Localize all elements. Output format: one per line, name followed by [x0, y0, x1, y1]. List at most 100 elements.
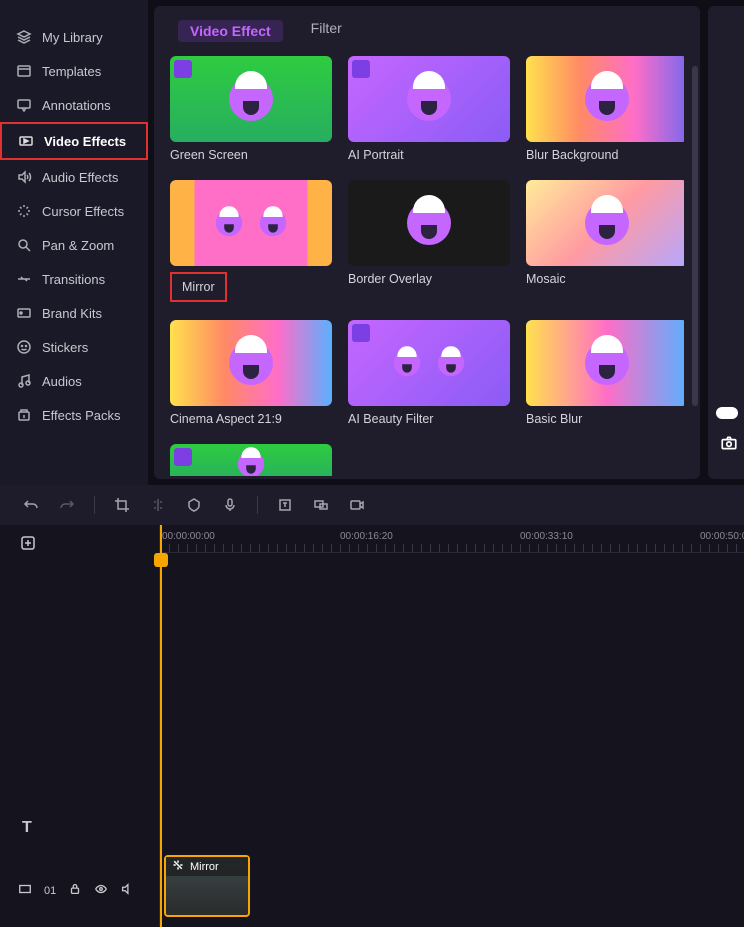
add-track-button[interactable] — [20, 535, 36, 554]
redo-button[interactable] — [58, 496, 76, 514]
sidebar: My Library Templates Annotations Video E… — [0, 0, 148, 485]
preview-toggle[interactable] — [716, 407, 738, 419]
track-type-icon — [18, 882, 32, 899]
visibility-button[interactable] — [94, 882, 108, 899]
cursor-icon — [16, 203, 32, 219]
effect-label: Blur Background — [526, 148, 684, 162]
sidebar-label: Stickers — [42, 340, 88, 355]
voiceover-button[interactable] — [221, 496, 239, 514]
effect-mirror[interactable]: Mirror — [170, 180, 332, 302]
sidebar-label: My Library — [42, 30, 103, 45]
caption-button[interactable] — [312, 496, 330, 514]
layers-icon — [16, 29, 32, 45]
mute-button[interactable] — [120, 882, 134, 899]
text-track-icon[interactable]: T — [22, 819, 32, 837]
timeline-toolbar — [0, 485, 744, 525]
split-button[interactable] — [149, 496, 167, 514]
sidebar-label: Video Effects — [44, 134, 126, 149]
premium-badge-icon — [174, 448, 192, 466]
premium-badge-icon — [352, 324, 370, 342]
effect-label: Mosaic — [526, 272, 684, 286]
clip-label: Mirror — [190, 861, 219, 873]
timeline: T 01 00:00:00:00 00:00:16:20 00:00:33:10… — [0, 525, 744, 927]
effects-panel: Video Effect Filter Green Screen AI Port… — [154, 6, 700, 479]
timeline-tracks[interactable]: 00:00:00:00 00:00:16:20 00:00:33:10 00:0… — [160, 525, 744, 927]
effect-label: Border Overlay — [348, 272, 510, 286]
audio-effect-icon — [16, 169, 32, 185]
sidebar-item-brand-kits[interactable]: Brand Kits — [0, 296, 148, 330]
sidebar-item-audios[interactable]: Audios — [0, 364, 148, 398]
scrollbar[interactable] — [692, 66, 698, 406]
tab-filter[interactable]: Filter — [311, 20, 342, 42]
crop-button[interactable] — [113, 496, 131, 514]
effect-border-overlay[interactable]: Border Overlay — [348, 180, 510, 302]
sidebar-item-my-library[interactable]: My Library — [0, 20, 148, 54]
sidebar-item-annotations[interactable]: Annotations — [0, 88, 148, 122]
video-effect-icon — [18, 133, 34, 149]
separator — [257, 496, 258, 514]
sidebar-label: Pan & Zoom — [42, 238, 114, 253]
ruler-time: 00:00:00:00 — [162, 531, 215, 542]
sidebar-label: Audio Effects — [42, 170, 118, 185]
sidebar-item-templates[interactable]: Templates — [0, 54, 148, 88]
brand-icon — [16, 305, 32, 321]
effect-label: Mirror — [170, 272, 227, 302]
sidebar-label: Cursor Effects — [42, 204, 124, 219]
sidebar-item-stickers[interactable]: Stickers — [0, 330, 148, 364]
sidebar-item-cursor-effects[interactable]: Cursor Effects — [0, 194, 148, 228]
undo-button[interactable] — [22, 496, 40, 514]
effect-label: Cinema Aspect 21:9 — [170, 412, 332, 426]
effect-ai-portrait[interactable]: AI Portrait — [348, 56, 510, 162]
zoom-icon — [16, 237, 32, 253]
timeline-ruler[interactable]: 00:00:00:00 00:00:16:20 00:00:33:10 00:0… — [160, 525, 744, 553]
sidebar-label: Audios — [42, 374, 82, 389]
clip-effect-icon — [172, 859, 184, 874]
effect-cinema-aspect[interactable]: Cinema Aspect 21:9 — [170, 320, 332, 426]
playhead[interactable] — [160, 525, 162, 927]
record-button[interactable] — [348, 496, 366, 514]
tabs: Video Effect Filter — [170, 16, 684, 56]
text-button[interactable] — [276, 496, 294, 514]
effect-partial[interactable] — [170, 444, 332, 476]
effect-label: AI Beauty Filter — [348, 412, 510, 426]
effect-blur-background[interactable]: Blur Background — [526, 56, 684, 162]
sticker-icon — [16, 339, 32, 355]
premium-badge-icon — [174, 60, 192, 78]
sidebar-label: Annotations — [42, 98, 111, 113]
effect-green-screen[interactable]: Green Screen — [170, 56, 332, 162]
camera-icon[interactable] — [720, 434, 738, 455]
sidebar-label: Effects Packs — [42, 408, 121, 423]
sidebar-label: Transitions — [42, 272, 105, 287]
effect-mosaic[interactable]: Mosaic — [526, 180, 684, 302]
effect-label: Basic Blur — [526, 412, 684, 426]
effect-label: Green Screen — [170, 148, 332, 162]
timeline-clip[interactable]: Mirror — [164, 855, 250, 917]
music-icon — [16, 373, 32, 389]
timeline-sidebar: T 01 — [0, 525, 160, 927]
lock-button[interactable] — [68, 882, 82, 899]
ruler-ticks — [160, 544, 744, 552]
premium-badge-icon — [352, 60, 370, 78]
ruler-time: 00:00:33:10 — [520, 531, 573, 542]
sidebar-item-video-effects[interactable]: Video Effects — [0, 122, 148, 160]
pack-icon — [16, 407, 32, 423]
ruler-time: 00:00:50:00 — [700, 531, 744, 542]
effect-basic-blur[interactable]: Basic Blur — [526, 320, 684, 426]
sidebar-label: Templates — [42, 64, 101, 79]
track-count: 01 — [44, 885, 56, 897]
marker-button[interactable] — [185, 496, 203, 514]
ruler-time: 00:00:16:20 — [340, 531, 393, 542]
effects-grid: Green Screen AI Portrait Blur Background… — [170, 56, 684, 476]
template-icon — [16, 63, 32, 79]
separator — [94, 496, 95, 514]
effect-ai-beauty[interactable]: AI Beauty Filter — [348, 320, 510, 426]
tab-video-effect[interactable]: Video Effect — [178, 20, 283, 42]
sidebar-item-effects-packs[interactable]: Effects Packs — [0, 398, 148, 432]
sidebar-item-transitions[interactable]: Transitions — [0, 262, 148, 296]
effect-label: AI Portrait — [348, 148, 510, 162]
sidebar-label: Brand Kits — [42, 306, 102, 321]
sidebar-item-audio-effects[interactable]: Audio Effects — [0, 160, 148, 194]
sidebar-item-pan-zoom[interactable]: Pan & Zoom — [0, 228, 148, 262]
preview-panel — [708, 6, 744, 479]
transition-icon — [16, 271, 32, 287]
